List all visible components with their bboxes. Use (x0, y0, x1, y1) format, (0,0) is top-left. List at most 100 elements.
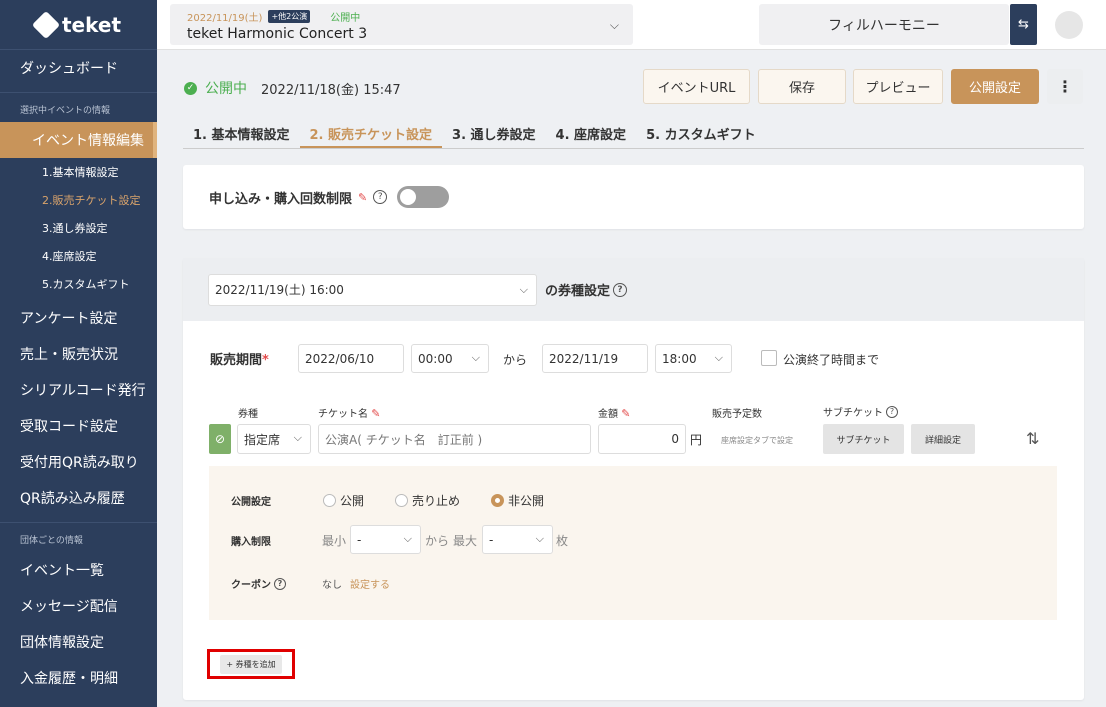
radio-private-label: 非公開 (508, 494, 545, 508)
sidebar-item-dashboard[interactable]: ダッシュボード (0, 50, 157, 86)
from-label: から (503, 353, 528, 367)
yen-label: 円 (690, 433, 703, 447)
event-date: 2022/11/19(土) (187, 13, 263, 24)
sidebar-subitem-seat[interactable]: 4.座席設定 (0, 242, 157, 270)
until-end-label: 公演終了時間まで (783, 353, 880, 367)
ticket-detail-box: 公開設定 公開 売り止め 非公開 購入制限 最小 - ⌵ から 最大 - ⌵ 枚… (209, 466, 1057, 620)
tab-basic[interactable]: 1. 基本情報設定 (183, 120, 300, 148)
performance-date-select[interactable]: 2022/11/19(土) 16:00 ⌵ (208, 273, 537, 306)
sidebar-item-event-list[interactable]: イベント一覧 (0, 552, 157, 588)
min-select[interactable]: - ⌵ (350, 525, 421, 554)
avatar[interactable] (1055, 11, 1083, 39)
sort-icon[interactable]: ⇅ (1026, 429, 1039, 448)
chevron-down-icon: ⌵ (535, 532, 544, 545)
swap-icon[interactable]: ⇆ (1010, 4, 1037, 45)
radio-stop-sale[interactable]: 売り止め (395, 492, 460, 509)
qty-note: 座席設定タブで設定 (721, 436, 793, 445)
sidebar-item-message[interactable]: メッセージ配信 (0, 588, 157, 624)
sidebar-item-receive-code[interactable]: 受取コード設定 (0, 408, 157, 444)
sidebar-subitem-gift[interactable]: 5.カスタムギフト (0, 270, 157, 298)
sidebar-subitem-basic[interactable]: 1.基本情報設定 (0, 158, 157, 186)
sidebar-subitem-pass[interactable]: 3.通し券設定 (0, 214, 157, 242)
sidebar-item-org-settings[interactable]: 団体情報設定 (0, 624, 157, 660)
toggle-knob (400, 189, 417, 205)
org-selector[interactable]: フィルハーモニー (759, 4, 1009, 45)
purchase-limit-toggle[interactable] (397, 186, 450, 208)
event-selector[interactable]: 2022/11/19(土) +他2公演 公開中 teket Harmonic C… (170, 4, 633, 45)
chevron-down-icon: ⌵ (471, 351, 480, 364)
ticket-type-heading-text: の券種設定 (545, 284, 611, 299)
sidebar-item-sales[interactable]: 売上・販売状況 (0, 336, 157, 372)
ticket-name-input[interactable]: 公演A( チケット名 訂正前 ) (318, 424, 591, 454)
status-datetime: 2022/11/18(金) 15:47 (261, 82, 401, 98)
sub-ticket-button[interactable]: サブチケット (823, 424, 904, 454)
edit-off-icon: ✎ (358, 190, 368, 204)
sidebar-item-qr-history[interactable]: QR読み込み履歴 (0, 480, 157, 516)
sales-period-label: 販売期間* (210, 349, 269, 368)
col-qty: 販売予定数 (712, 409, 762, 420)
required-mark: * (262, 353, 269, 368)
purchase-limit-row-label: 購入制限 (231, 537, 271, 548)
logo[interactable]: teket (0, 0, 157, 50)
help-icon[interactable]: ? (886, 405, 898, 418)
ticket-type-select[interactable]: 指定席 ⌵ (237, 424, 311, 454)
sidebar-item-qr-read[interactable]: 受付用QR読み取り (0, 444, 157, 480)
until-end-checkbox[interactable] (761, 350, 777, 366)
max-select[interactable]: - ⌵ (482, 525, 553, 554)
price-input[interactable]: 0 (598, 424, 686, 454)
detail-settings-button[interactable]: 詳細設定 (911, 424, 975, 454)
edit-off-icon: ✎ (621, 407, 631, 420)
tab-ticket[interactable]: 2. 販売チケット設定 (299, 120, 443, 148)
purchase-limit-label: 申し込み・購入回数制限 (209, 191, 353, 207)
end-time-select[interactable]: 18:00 ⌵ (655, 344, 732, 373)
min-label: 最小 (322, 534, 347, 548)
add-ticket-button[interactable]: + 券種を追加 (220, 654, 282, 674)
end-date-input[interactable]: 2022/11/19 (542, 344, 648, 373)
coupon-set-link[interactable]: 設定する (350, 576, 390, 591)
coupon-label: クーポン? (231, 576, 286, 591)
ticket-type-heading: の券種設定 ? (545, 280, 628, 299)
tab-gift[interactable]: 5. カスタムギフト (636, 120, 766, 148)
more-options-icon[interactable]: ⋮ (1047, 69, 1083, 104)
tab-seat[interactable]: 4. 座席設定 (546, 120, 637, 148)
tab-pass[interactable]: 3. 通し券設定 (442, 120, 546, 148)
sidebar-subitem-ticket[interactable]: 2.販売チケット設定 (0, 186, 157, 214)
topbar: 2022/11/19(土) +他2公演 公開中 teket Harmonic C… (157, 0, 1106, 50)
col-sub-text: サブチケット (823, 408, 883, 419)
event-title: teket Harmonic Concert 3 (187, 26, 368, 42)
status-row: ✓ 公開中 2022/11/18(金) 15:47 (184, 78, 401, 98)
unit-label: 枚 (556, 534, 569, 548)
visibility-off-icon[interactable]: ⊘ (209, 424, 231, 454)
radio-public[interactable]: 公開 (323, 492, 364, 509)
sidebar-item-serial[interactable]: シリアルコード発行 (0, 372, 157, 408)
radio-public-circle (323, 494, 336, 507)
sales-period-text: 販売期間 (210, 353, 263, 368)
publish-settings-button[interactable]: 公開設定 (951, 69, 1039, 104)
chevron-down-icon: ⌵ (609, 18, 619, 32)
sidebar-item-payments[interactable]: 入金履歴・明細 (0, 660, 157, 696)
help-icon[interactable]: ? (613, 282, 628, 297)
purchase-limit-panel: 申し込み・購入回数制限 ✎ ? (183, 165, 1084, 229)
radio-private[interactable]: 非公開 (491, 492, 544, 509)
publish-setting-label: 公開設定 (231, 497, 271, 508)
preview-button[interactable]: プレビュー (853, 69, 943, 104)
teket-logo-icon (31, 10, 61, 39)
col-type: 券種 (238, 409, 258, 420)
event-count-badge: +他2公演 (268, 10, 311, 23)
sidebar-item-event-edit[interactable]: イベント情報編集 (0, 122, 157, 158)
publish-status: 公開中 (205, 81, 247, 97)
tab-bar: 1. 基本情報設定 2. 販売チケット設定 3. 通し券設定 4. 座席設定 5… (183, 120, 1084, 149)
help-icon[interactable]: ? (373, 190, 388, 204)
performance-date-value: 2022/11/19(土) 16:00 (215, 283, 344, 297)
start-date-input[interactable]: 2022/06/10 (298, 344, 404, 373)
edit-off-icon: ✎ (371, 407, 381, 420)
save-button[interactable]: 保存 (758, 69, 846, 104)
help-icon[interactable]: ? (274, 577, 286, 590)
event-url-button[interactable]: イベントURL (643, 69, 750, 104)
start-time-select[interactable]: 00:00 ⌵ (411, 344, 489, 373)
max-value: - (489, 532, 494, 547)
sidebar-item-survey[interactable]: アンケート設定 (0, 300, 157, 336)
end-time-value: 18:00 (662, 351, 697, 366)
col-sub: サブチケット? (823, 404, 898, 419)
col-name: チケット名 ✎ (318, 405, 380, 420)
